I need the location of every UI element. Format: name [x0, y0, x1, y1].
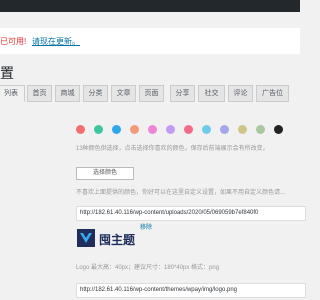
tab-category[interactable]: 分类 — [83, 85, 108, 102]
color-swatch-rose[interactable] — [184, 125, 193, 134]
color-swatch-purple[interactable] — [166, 125, 175, 134]
color-swatch-blue[interactable] — [112, 125, 121, 134]
page-title: 置 — [0, 65, 14, 81]
custom-color-help-text: 不喜欢上面提供的颜色，你好可以在这里自定义设置，如果不用自定义颜色请... — [76, 190, 286, 196]
tab-home[interactable]: 首页 — [27, 85, 52, 102]
tab-share[interactable]: 分享 — [170, 85, 195, 102]
tab-article[interactable]: 文章 — [111, 85, 136, 102]
color-swatch-pink[interactable] — [148, 125, 157, 134]
update-now-link[interactable]: 请现在更新。 — [32, 36, 80, 47]
color-swatch-coral[interactable] — [76, 125, 85, 134]
tab-comments[interactable]: 评论 — [228, 85, 253, 102]
color-help-text: 13种颜色供选择，点击选择你喜欢的颜色，保存后前端展示会有所改变。 — [76, 146, 269, 152]
tab-list[interactable]: 列表 — [0, 85, 25, 102]
color-swatch-lavender[interactable] — [220, 125, 229, 134]
color-swatch-green[interactable] — [94, 125, 103, 134]
update-notice: 已可用! 请现在更新。 — [0, 28, 300, 54]
color-swatch-khaki[interactable] — [238, 125, 247, 134]
logo-preview: 囤主题 — [77, 229, 153, 247]
tab-page[interactable]: 页面 — [139, 85, 164, 102]
admin-top-bar — [0, 0, 300, 12]
update-notice-text: 已可用! — [0, 37, 27, 46]
color-swatch-salmon[interactable] — [130, 125, 139, 134]
logo-help-text: Logo 最大高：40px；建议尺寸：180*40px 格式：png — [76, 265, 220, 271]
logo-text: 囤主题 — [99, 233, 136, 247]
color-swatch-black[interactable] — [274, 125, 283, 134]
logo-url-input[interactable]: http://182.61.40.116/wp-content/themes/w… — [76, 283, 306, 298]
image-url-input[interactable]: http://182.61.40.116/wp-content/uploads/… — [76, 206, 306, 221]
color-swatch-sage[interactable] — [256, 125, 265, 134]
logo-mark-icon — [77, 229, 95, 247]
tab-social[interactable]: 社交 — [198, 85, 225, 102]
tab-ads[interactable]: 广告位 — [256, 85, 289, 102]
tab-shop[interactable]: 商城 — [55, 85, 80, 102]
select-color-button[interactable]: 选择颜色 — [76, 167, 134, 180]
color-swatch-sky[interactable] — [202, 125, 211, 134]
